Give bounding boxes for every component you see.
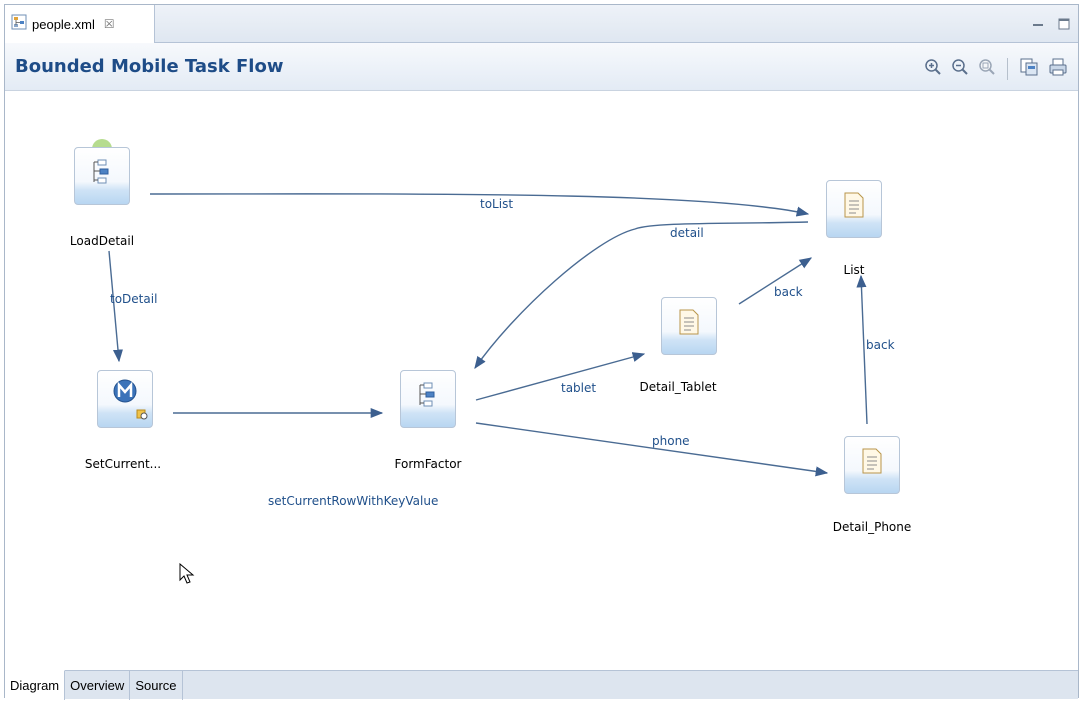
m-logo-icon (112, 377, 138, 405)
edge-label-phone[interactable]: phone (652, 434, 690, 448)
node-label-set-current: SetCurrent... (84, 457, 162, 471)
router-icon (415, 381, 441, 409)
file-tab-label: people.xml (32, 16, 95, 32)
zoom-fit-icon[interactable] (978, 58, 996, 80)
node-load-detail[interactable] (74, 147, 130, 205)
edge-label-to-detail[interactable]: toDetail (110, 292, 157, 306)
node-detail-phone[interactable] (844, 436, 900, 494)
export-icon[interactable] (1019, 57, 1039, 81)
node-list[interactable] (826, 180, 882, 238)
node-detail-tablet[interactable] (661, 297, 717, 355)
print-icon[interactable] (1048, 57, 1068, 81)
zoom-in-icon[interactable] (924, 58, 942, 80)
diagram-header: Bounded Mobile Task Flow (5, 43, 1078, 91)
edge-label-to-list[interactable]: toList (480, 197, 513, 211)
view-page-icon (676, 308, 702, 336)
edge-phone[interactable] (475, 422, 829, 477)
tab-diagram[interactable]: Diagram (5, 670, 66, 700)
diagram-toolbar (924, 57, 1068, 81)
node-label-load-detail: LoadDetail (69, 234, 135, 248)
edge-label-back-phone[interactable]: back (866, 338, 895, 352)
tab-source[interactable]: Source (130, 671, 183, 700)
node-label-detail-phone: Detail_Phone (832, 520, 912, 534)
edge-tablet[interactable] (475, 352, 646, 401)
editor-tab-bar: people.xml ☒ (5, 5, 1078, 43)
edge-label-set-current-row[interactable]: setCurrentRowWithKeyValue (268, 494, 438, 508)
view-page-icon (841, 191, 867, 219)
diagram-canvas[interactable]: LoadDetail SetCurrent... FormFactor Deta… (5, 91, 1078, 670)
diagram-links (108, 193, 868, 477)
edge-to-detail[interactable] (108, 250, 123, 363)
node-label-detail-tablet: Detail_Tablet (639, 380, 717, 394)
node-label-form-factor: FormFactor (394, 457, 462, 471)
view-page-icon (859, 447, 885, 475)
edge-detail[interactable] (474, 221, 809, 370)
editor-bottom-tabs: Diagram Overview Source (5, 670, 1078, 700)
node-form-factor[interactable] (400, 370, 456, 428)
edge-to-list[interactable] (149, 193, 810, 217)
method-call-icon (89, 158, 115, 186)
xml-file-icon (11, 14, 27, 34)
task-flow-editor: people.xml ☒ Bounded Mobile Task Flow Lo… (4, 4, 1079, 700)
edge-label-back-tablet[interactable]: back (774, 285, 803, 299)
maximize-icon[interactable] (1058, 15, 1070, 34)
page-title: Bounded Mobile Task Flow (15, 56, 284, 77)
mouse-cursor-icon (179, 562, 195, 589)
node-set-current[interactable] (97, 370, 153, 428)
method-binding-badge-icon (136, 405, 148, 424)
edge-label-tablet[interactable]: tablet (561, 381, 596, 395)
close-tab-icon[interactable]: ☒ (104, 17, 115, 31)
edge-label-detail[interactable]: detail (670, 226, 704, 240)
tab-overview[interactable]: Overview (65, 671, 131, 700)
toolbar-separator (1007, 58, 1008, 80)
minimize-icon[interactable] (1032, 15, 1044, 34)
file-tab-people-xml[interactable]: people.xml ☒ (5, 5, 155, 43)
zoom-out-icon[interactable] (951, 58, 969, 80)
node-label-list: List (843, 263, 865, 277)
